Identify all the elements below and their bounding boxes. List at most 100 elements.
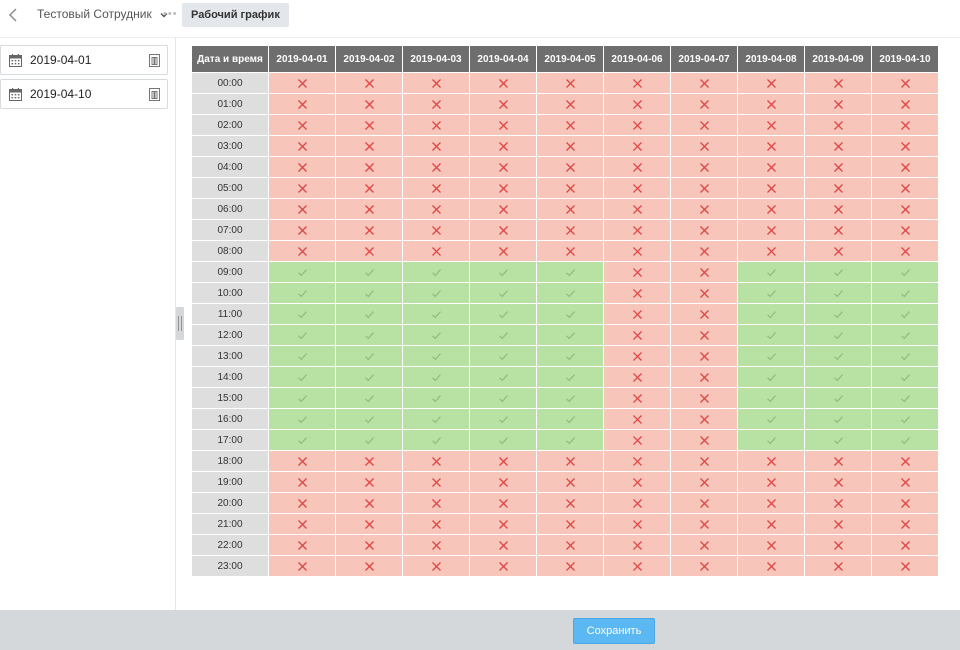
slot-unavailable[interactable] [805,472,871,492]
slot-unavailable[interactable] [671,136,737,156]
slot-available[interactable] [470,325,536,345]
slot-unavailable[interactable] [470,241,536,261]
slot-unavailable[interactable] [403,472,469,492]
slot-available[interactable] [470,262,536,282]
slot-available[interactable] [872,304,938,324]
slot-unavailable[interactable] [738,220,804,240]
slot-available[interactable] [269,388,335,408]
slot-unavailable[interactable] [403,157,469,177]
back-button[interactable] [6,7,22,23]
slot-unavailable[interactable] [604,94,670,114]
slot-available[interactable] [872,346,938,366]
slot-unavailable[interactable] [805,73,871,93]
slot-unavailable[interactable] [604,283,670,303]
slot-unavailable[interactable] [336,535,402,555]
slot-available[interactable] [269,325,335,345]
slot-unavailable[interactable] [738,115,804,135]
slot-unavailable[interactable] [671,283,737,303]
slot-unavailable[interactable] [470,115,536,135]
slot-unavailable[interactable] [470,472,536,492]
slot-available[interactable] [470,283,536,303]
slot-unavailable[interactable] [671,262,737,282]
slot-available[interactable] [738,325,804,345]
slot-unavailable[interactable] [537,220,603,240]
slot-available[interactable] [738,346,804,366]
slot-unavailable[interactable] [671,115,737,135]
slot-unavailable[interactable] [537,115,603,135]
save-button[interactable]: Сохранить [573,618,655,644]
slot-unavailable[interactable] [872,73,938,93]
day-header[interactable]: 2019-04-07 [671,46,737,72]
slot-unavailable[interactable] [269,451,335,471]
day-header[interactable]: 2019-04-05 [537,46,603,72]
slot-unavailable[interactable] [336,178,402,198]
slot-available[interactable] [738,262,804,282]
slot-available[interactable] [738,367,804,387]
slot-unavailable[interactable] [336,199,402,219]
slot-unavailable[interactable] [537,73,603,93]
slot-unavailable[interactable] [805,136,871,156]
slot-available[interactable] [336,283,402,303]
slot-available[interactable] [403,346,469,366]
slot-unavailable[interactable] [269,535,335,555]
slot-unavailable[interactable] [671,493,737,513]
slot-unavailable[interactable] [738,493,804,513]
slot-available[interactable] [403,283,469,303]
slot-unavailable[interactable] [805,241,871,261]
panel-resize-handle[interactable] [176,307,184,340]
slot-unavailable[interactable] [805,94,871,114]
slot-unavailable[interactable] [671,94,737,114]
slot-unavailable[interactable] [738,73,804,93]
slot-unavailable[interactable] [738,157,804,177]
slot-available[interactable] [738,430,804,450]
slot-unavailable[interactable] [805,199,871,219]
slot-available[interactable] [537,409,603,429]
slot-unavailable[interactable] [269,157,335,177]
slot-unavailable[interactable] [269,73,335,93]
slot-available[interactable] [805,304,871,324]
slot-available[interactable] [805,409,871,429]
slot-unavailable[interactable] [604,493,670,513]
slot-unavailable[interactable] [604,388,670,408]
slot-available[interactable] [269,409,335,429]
slot-unavailable[interactable] [403,451,469,471]
slot-unavailable[interactable] [671,220,737,240]
slot-unavailable[interactable] [269,136,335,156]
slot-unavailable[interactable] [403,556,469,576]
slot-unavailable[interactable] [671,304,737,324]
slot-unavailable[interactable] [470,514,536,534]
slot-unavailable[interactable] [336,493,402,513]
slot-unavailable[interactable] [872,535,938,555]
slot-unavailable[interactable] [537,157,603,177]
slot-available[interactable] [269,283,335,303]
slot-available[interactable] [269,367,335,387]
slot-unavailable[interactable] [604,304,670,324]
slot-available[interactable] [872,325,938,345]
slot-available[interactable] [805,388,871,408]
slot-unavailable[interactable] [604,514,670,534]
slot-unavailable[interactable] [336,136,402,156]
slot-available[interactable] [738,409,804,429]
slot-available[interactable] [403,325,469,345]
slot-available[interactable] [336,325,402,345]
slot-available[interactable] [537,430,603,450]
slot-unavailable[interactable] [336,556,402,576]
slot-unavailable[interactable] [537,178,603,198]
slot-unavailable[interactable] [805,178,871,198]
slot-unavailable[interactable] [537,493,603,513]
slot-unavailable[interactable] [872,451,938,471]
employee-selector[interactable]: Тестовый Сотрудник [37,7,169,21]
slot-unavailable[interactable] [403,136,469,156]
trash-icon[interactable] [149,54,160,67]
slot-available[interactable] [805,367,871,387]
slot-unavailable[interactable] [604,199,670,219]
slot-unavailable[interactable] [738,451,804,471]
slot-unavailable[interactable] [872,199,938,219]
slot-available[interactable] [269,346,335,366]
slot-unavailable[interactable] [403,178,469,198]
slot-unavailable[interactable] [872,115,938,135]
slot-available[interactable] [738,283,804,303]
slot-unavailable[interactable] [872,493,938,513]
slot-unavailable[interactable] [805,220,871,240]
slot-unavailable[interactable] [604,409,670,429]
